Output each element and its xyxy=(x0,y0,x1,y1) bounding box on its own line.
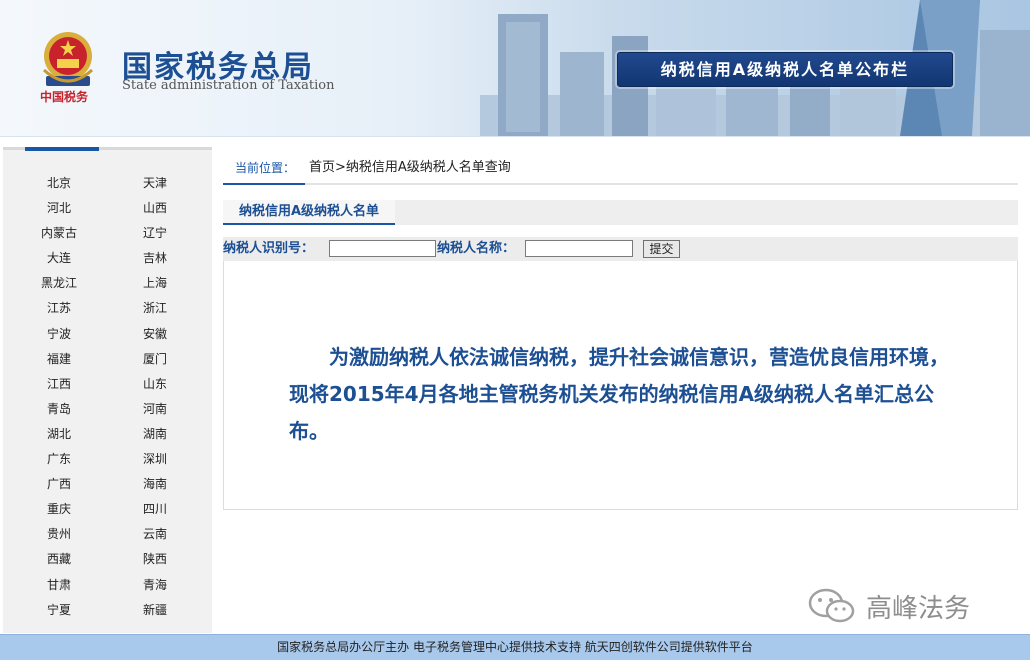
section-tab-bar: 纳税信用A级纳税人名单 xyxy=(223,200,1018,225)
sidebar-item-region[interactable]: 内蒙古 xyxy=(11,221,107,246)
taxpayer-id-input[interactable] xyxy=(329,240,436,257)
sidebar-item-region[interactable]: 安徽 xyxy=(107,322,203,347)
org-name-en: State administration of Taxation xyxy=(122,78,335,93)
search-form: 纳税人识别号： 纳税人名称： 提交 xyxy=(223,237,1018,261)
sidebar-item-region[interactable]: 福建 xyxy=(11,347,107,372)
sidebar-item-region[interactable]: 甘肃 xyxy=(11,573,107,598)
wechat-icon xyxy=(808,588,855,623)
banner-title: 纳税信用A级纳税人名单公布栏 xyxy=(617,52,953,87)
sidebar-item-region[interactable]: 湖北 xyxy=(11,422,107,447)
sidebar-item-region[interactable]: 海南 xyxy=(107,472,203,497)
sidebar-item-region[interactable]: 陕西 xyxy=(107,547,203,572)
sidebar-item-region[interactable]: 贵州 xyxy=(11,522,107,547)
sidebar-item-region[interactable]: 山东 xyxy=(107,372,203,397)
sidebar-item-region[interactable]: 西藏 xyxy=(11,547,107,572)
sidebar-item-region[interactable]: 青岛 xyxy=(11,397,107,422)
sidebar-item-region[interactable]: 广西 xyxy=(11,472,107,497)
sidebar-item-region[interactable]: 河北 xyxy=(11,196,107,221)
sidebar-item-region[interactable]: 浙江 xyxy=(107,296,203,321)
notice-text: 为激励纳税人依法诚信纳税，提升社会诚信意识，营造优良信用环境，现将2015年4月… xyxy=(289,345,949,443)
sidebar-item-region[interactable]: 深圳 xyxy=(107,447,203,472)
sidebar-item-region[interactable]: 江苏 xyxy=(11,296,107,321)
emblem-caption: 中国税务 xyxy=(40,90,89,104)
taxpayer-name-input[interactable] xyxy=(525,240,633,257)
submit-button[interactable]: 提交 xyxy=(643,240,680,258)
breadcrumb-label: 当前位置： xyxy=(223,153,306,185)
sidebar-item-region[interactable]: 吉林 xyxy=(107,246,203,271)
sidebar-item-region[interactable]: 广东 xyxy=(11,447,107,472)
watermark-text: 高峰法务 xyxy=(866,594,971,624)
sidebar-item-region[interactable]: 青海 xyxy=(107,573,203,598)
sidebar-item-region[interactable]: 黑龙江 xyxy=(11,271,107,296)
breadcrumb-path[interactable]: 首页>纳税信用A级纳税人名单查询 xyxy=(309,153,511,183)
sidebar-item-region[interactable]: 天津 xyxy=(107,171,203,196)
taxpayer-name-label: 纳税人名称： xyxy=(437,241,516,256)
sidebar-item-region[interactable]: 上海 xyxy=(107,271,203,296)
sidebar-item-region[interactable]: 河南 xyxy=(107,397,203,422)
sidebar-item-region[interactable]: 大连 xyxy=(11,246,107,271)
sidebar-item-region[interactable]: 湖南 xyxy=(107,422,203,447)
sidebar-item-region[interactable]: 云南 xyxy=(107,522,203,547)
footer-text: 国家税务总局办公厅主办 电子税务管理中心提供技术支持 航天四创软件公司提供软件平… xyxy=(277,640,753,654)
sidebar-item-region[interactable]: 重庆 xyxy=(11,497,107,522)
tab-a-level-taxpayer-list[interactable]: 纳税信用A级纳税人名单 xyxy=(223,200,396,225)
sidebar-item-region[interactable]: 新疆 xyxy=(107,598,203,623)
sidebar-accent-bar xyxy=(25,147,99,151)
sidebar-item-region[interactable]: 辽宁 xyxy=(107,221,203,246)
notice-panel: 为激励纳税人依法诚信纳税，提升社会诚信意识，营造优良信用环境，现将2015年4月… xyxy=(223,261,1018,510)
sidebar-item-region[interactable]: 四川 xyxy=(107,497,203,522)
breadcrumb: 当前位置： 首页>纳税信用A级纳税人名单查询 xyxy=(223,153,1018,185)
sidebar-item-region[interactable]: 江西 xyxy=(11,372,107,397)
sidebar-item-region[interactable]: 山西 xyxy=(107,196,203,221)
sidebar-item-region[interactable]: 宁夏 xyxy=(11,598,107,623)
region-list: 北京 天津 河北 山西 内蒙古 辽宁 大连 吉林 黑龙江 上海 江苏 浙江 宁波 安徽 福建 厦门 江西 山东 青岛… xyxy=(11,171,211,623)
sidebar-item-region[interactable]: 北京 xyxy=(11,171,107,196)
sidebar-item-region[interactable]: 宁波 xyxy=(11,322,107,347)
region-sidebar: 北京 天津 河北 山西 内蒙古 辽宁 大连 吉林 黑龙江 上海 江苏 浙江 宁波 安徽 福建 厦门 江西 山东 青岛… xyxy=(3,147,212,633)
taxpayer-id-label: 纳税人识别号： xyxy=(223,241,315,256)
sidebar-item-region[interactable]: 厦门 xyxy=(107,347,203,372)
site-header: 中国税务 国家税务总局 State administration of Taxa… xyxy=(0,0,1030,137)
site-footer: 国家税务总局办公厅主办 电子税务管理中心提供技术支持 航天四创软件公司提供软件平… xyxy=(0,634,1030,660)
